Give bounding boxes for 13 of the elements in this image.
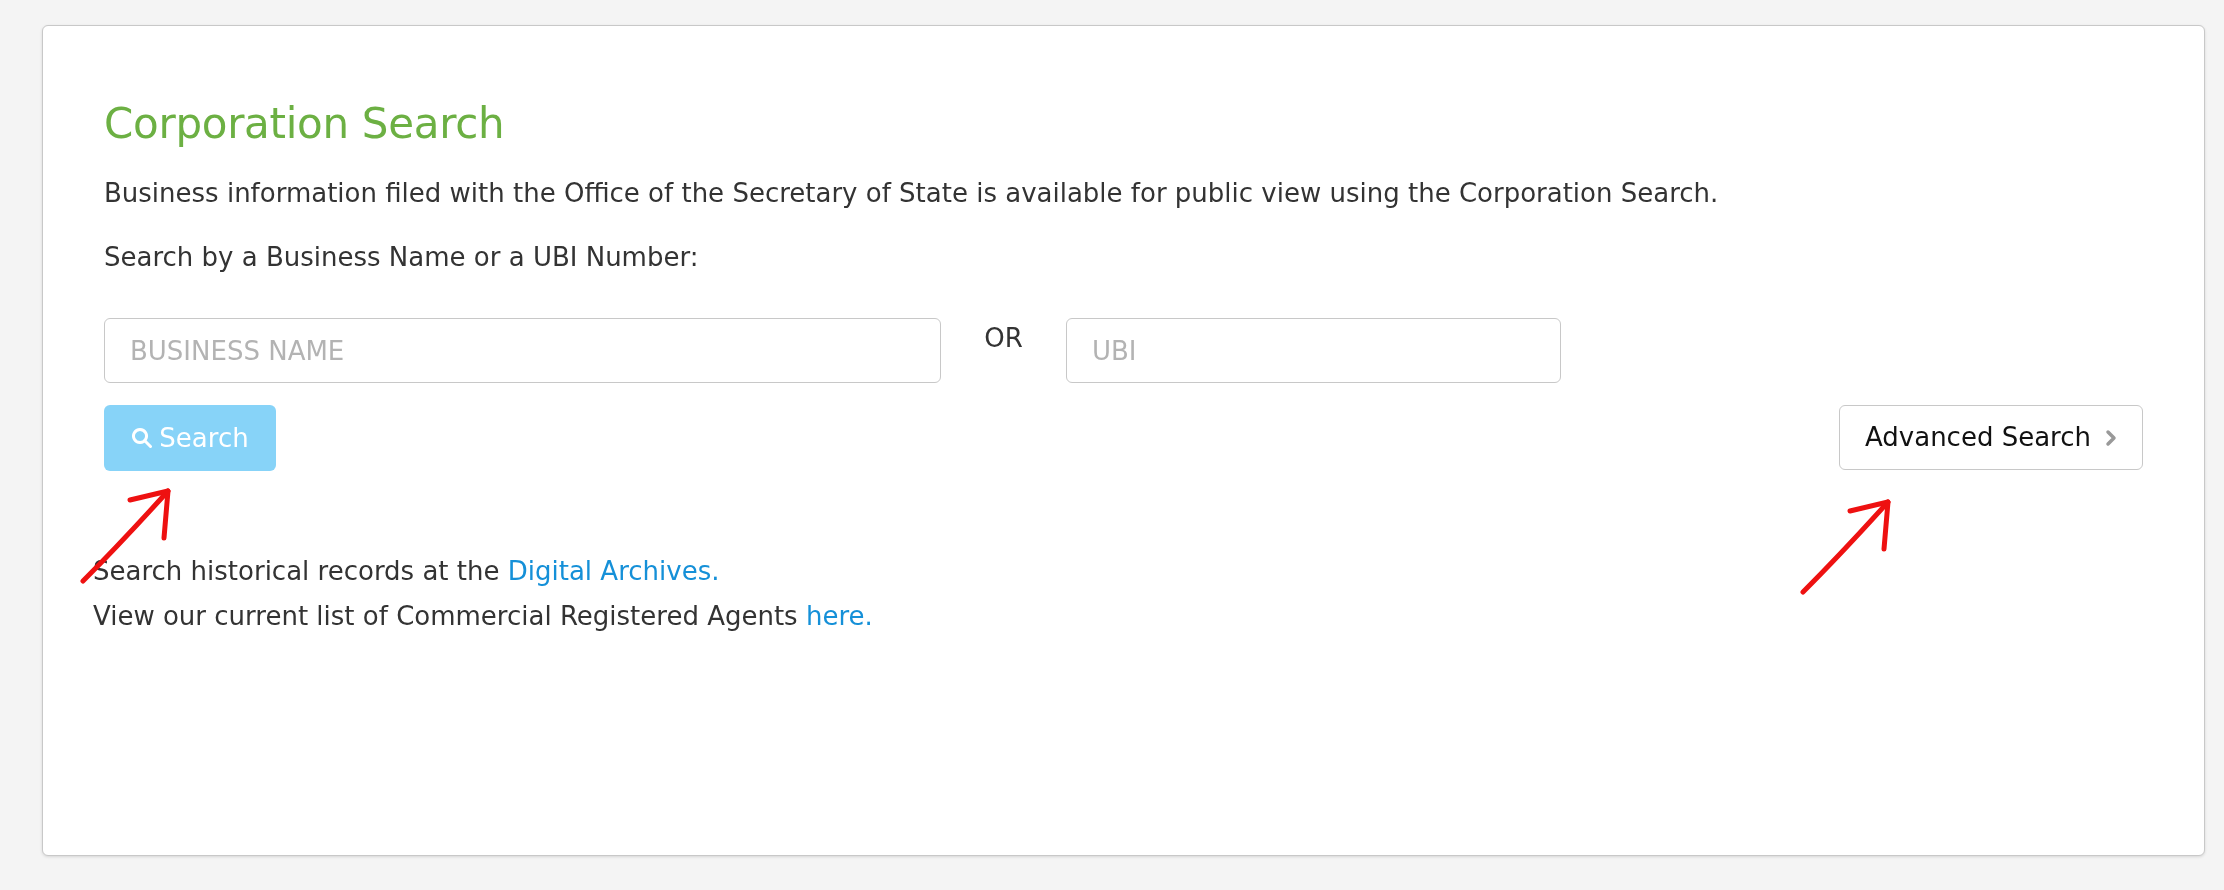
chevron-right-icon [2105,428,2117,447]
archives-text: Search historical records at the Digital Archives. [93,555,721,589]
advanced-search-button[interactable]: Advanced Search [1839,405,2143,471]
digital-archives-link[interactable]: Digital Archives. [507,556,720,587]
ubi-field[interactable]: UBI [1066,318,1561,384]
registered-agents-link[interactable]: here. [805,601,873,632]
description-text: Business information filed with the Office of the Secretary of State is available for public view using the Corporation Search. [104,177,1720,211]
or-separator: OR [983,322,1024,356]
registered-agents-text: View our current list of Commercial Registered Agents here. [93,600,874,634]
business-name-field[interactable]: BUSINESS NAME [104,318,941,384]
search-icon [131,427,154,450]
page-title: Corporation Search [104,99,506,150]
search-prompt: Search by a Business Name or a UBI Number: [104,241,700,275]
